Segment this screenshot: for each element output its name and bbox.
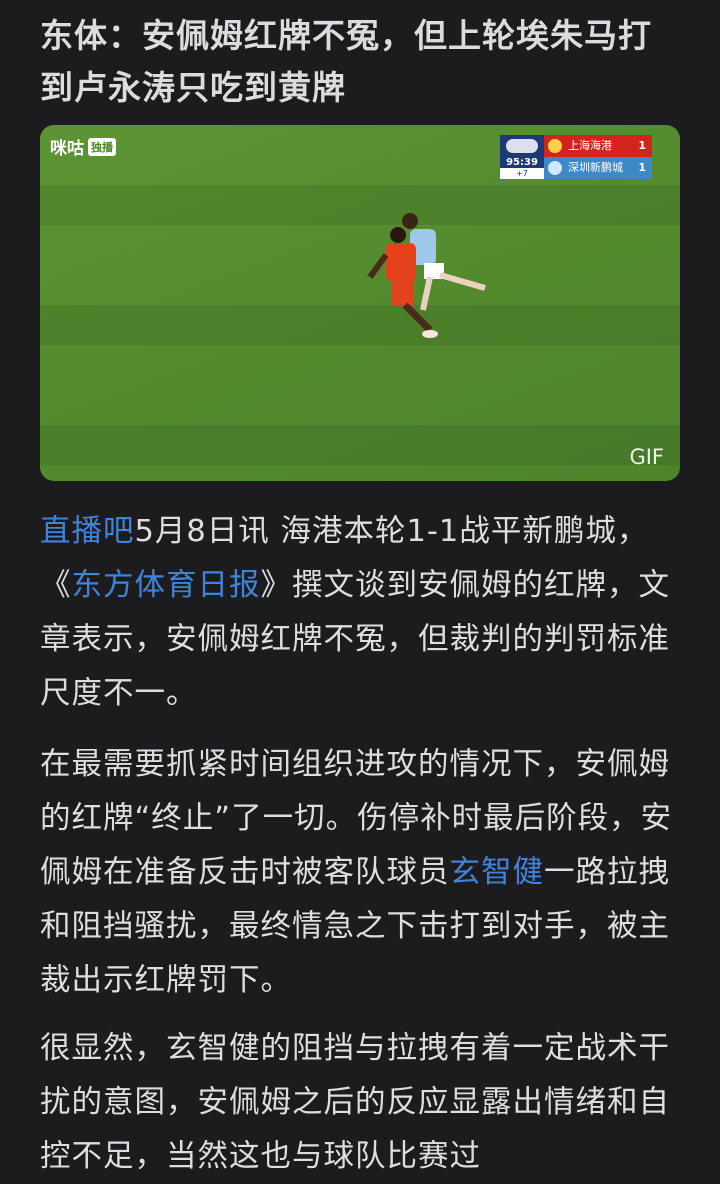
paragraph-2: 在最需要抓紧时间组织进攻的情况下，安佩姆的红牌“终止”了一切。伤停补时最后阶段，… [40,738,680,1008]
away-score: 1 [638,161,646,174]
source-link[interactable]: 直播吧 [40,514,135,549]
gif-badge: GIF [629,445,664,469]
away-team-name: 深圳新鹏城 [568,161,623,174]
watermark-badge: 独播 [88,137,116,156]
clock-time: 95:39 [506,157,538,168]
away-team-row: 深圳新鹏城 1 [544,157,652,179]
migu-watermark: 咪咕 独播 [50,134,116,159]
paragraph-3: 很显然，玄智健的阻挡与拉拽有着一定战术干扰的意图，安佩姆之后的反应显露出情绪和自… [40,1031,670,1174]
paragraph-1: 直播吧5月8日讯 海港本轮1-1战平新鹏城，《东方体育日报》撰文谈到安佩姆的红牌… [40,505,680,721]
league-logo-icon [506,139,538,153]
article-title: 东体：安佩姆红牌不冤，但上轮埃朱马打到卢永涛只吃到黄牌 [40,16,652,107]
added-time: +7 [500,168,544,179]
home-score: 1 [638,139,646,152]
match-gif[interactable]: 咪咕 独播 95:39 +7 上海海港 1 深圳新鹏城 1 GIF [40,125,680,481]
home-team-row: 上海海港 1 [544,135,652,157]
home-crest-icon [548,139,562,153]
watermark-text: 咪咕 [50,139,84,159]
match-clock: 95:39 +7 [500,135,544,179]
home-team-name: 上海海港 [568,139,612,152]
player-link[interactable]: 玄智健 [450,855,545,890]
newspaper-link[interactable]: 东方体育日报 [72,568,261,603]
scoreboard: 95:39 +7 上海海港 1 深圳新鹏城 1 [500,135,652,179]
away-crest-icon [548,161,562,175]
